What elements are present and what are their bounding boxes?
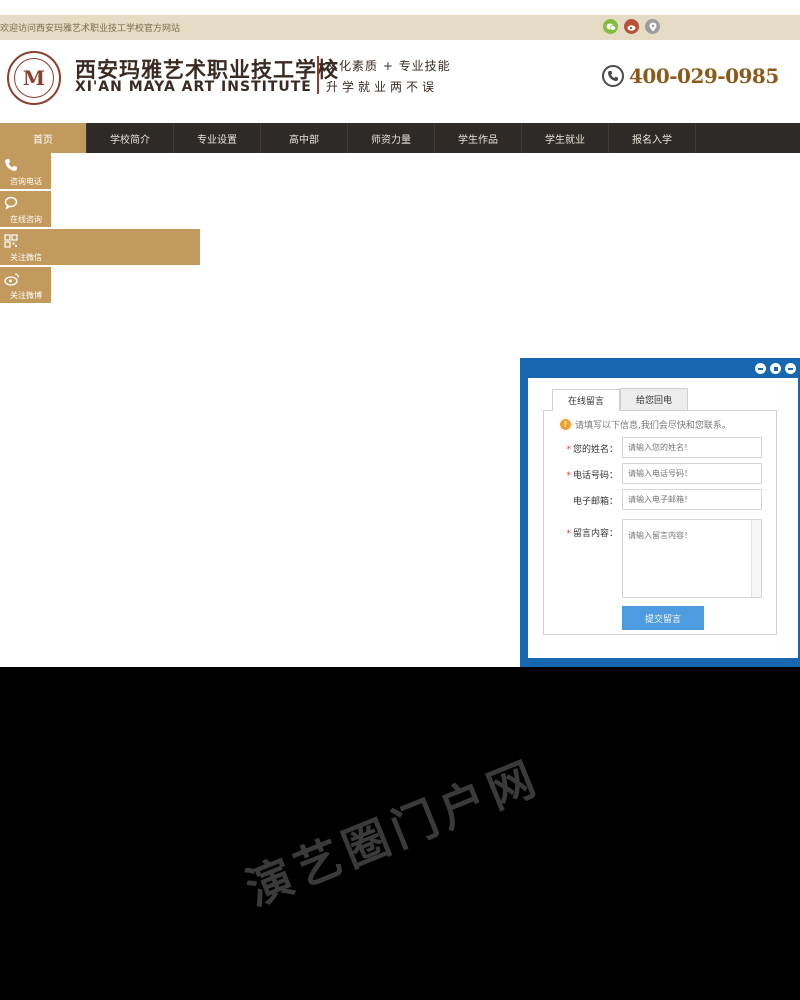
tab-online-message[interactable]: 在线留言 bbox=[552, 389, 620, 411]
nav-item-enroll[interactable]: 报名入学 bbox=[609, 123, 696, 153]
location-icon[interactable] bbox=[645, 19, 660, 34]
name-label-text: 您的姓名： bbox=[572, 445, 618, 455]
social-links bbox=[603, 19, 660, 34]
close-icon[interactable] bbox=[785, 363, 796, 374]
name-label: * 您的姓名： bbox=[566, 442, 618, 455]
required-mark: * bbox=[566, 471, 571, 481]
panel-controls bbox=[755, 363, 796, 374]
school-name-en: XI'AN MAYA ART INSTITUTE bbox=[75, 79, 312, 95]
chat-icon bbox=[4, 196, 18, 213]
float-phone-button[interactable]: 咨询电话 bbox=[0, 153, 51, 190]
hotline: 400-029-0985 bbox=[602, 64, 779, 88]
nav-item-high-school[interactable]: 高中部 bbox=[261, 123, 348, 153]
float-phone-label: 咨询电话 bbox=[10, 177, 42, 186]
site-header: M 西安玛雅艺术职业技工学校 XI'AN MAYA ART INSTITUTE … bbox=[0, 40, 800, 123]
seal-letter: M bbox=[14, 58, 54, 98]
float-weibo-button[interactable]: 关注微博 bbox=[0, 267, 51, 304]
message-label: * 留言内容： bbox=[566, 526, 618, 539]
nav-item-about[interactable]: 学校简介 bbox=[87, 123, 174, 153]
hotline-number[interactable]: 400-029-0985 bbox=[629, 64, 779, 88]
email-row: 电子邮箱： bbox=[544, 489, 778, 511]
nav-item-faculty[interactable]: 师资力量 bbox=[348, 123, 435, 153]
notice-text: 请填写以下信息,我们会尽快和您联系。 bbox=[575, 421, 731, 431]
panel-body: 在线留言 给您回电 ! 请填写以下信息,我们会尽快和您联系。 *您的姓名： *电… bbox=[528, 378, 798, 658]
phone-input[interactable] bbox=[622, 463, 762, 484]
slogan-line-1: 文化素质 + 专业技能 bbox=[326, 59, 451, 73]
nav-item-majors[interactable]: 专业设置 bbox=[174, 123, 261, 153]
school-seal-logo[interactable]: M bbox=[7, 51, 61, 105]
email-label: 电子邮箱： bbox=[572, 497, 618, 507]
welcome-text: 欢迎访问西安玛雅艺术职业技工学校官方网站 bbox=[0, 24, 181, 34]
required-mark: * bbox=[566, 529, 571, 539]
float-weibo-label: 关注微博 bbox=[10, 291, 42, 300]
float-chat-label: 在线咨询 bbox=[10, 215, 42, 224]
message-label-text: 留言内容： bbox=[572, 529, 618, 539]
nav-item-student-works[interactable]: 学生作品 bbox=[435, 123, 522, 153]
slogan-divider bbox=[317, 56, 319, 94]
top-bar: 欢迎访问西安玛雅艺术职业技工学校官方网站 bbox=[0, 15, 800, 40]
float-wechat-button[interactable]: 关注微信 bbox=[0, 229, 200, 266]
message-form: ! 请填写以下信息,我们会尽快和您联系。 *您的姓名： *电话号码： 电子邮箱：… bbox=[543, 410, 777, 635]
weibo-icon bbox=[4, 272, 20, 289]
phone-icon bbox=[4, 158, 18, 175]
message-textarea[interactable] bbox=[622, 519, 762, 598]
weibo-icon[interactable] bbox=[624, 19, 639, 34]
phone-icon bbox=[602, 65, 624, 87]
restore-icon[interactable] bbox=[770, 363, 781, 374]
slogan-line-2: 升学就业两不误 bbox=[326, 80, 439, 94]
float-chat-button[interactable]: 在线咨询 bbox=[0, 191, 51, 228]
phone-label-text: 电话号码： bbox=[572, 471, 618, 481]
phone-label: * 电话号码： bbox=[566, 468, 618, 481]
float-wechat-label: 关注微信 bbox=[10, 253, 42, 262]
warning-icon: ! bbox=[560, 419, 571, 430]
tab-callback[interactable]: 给您回电 bbox=[620, 388, 688, 410]
phone-row: * 电话号码： bbox=[544, 463, 778, 485]
qrcode-icon bbox=[4, 234, 18, 251]
online-message-panel: 在线留言 给您回电 ! 请填写以下信息,我们会尽快和您联系。 *您的姓名： *电… bbox=[520, 358, 800, 667]
nav-item-home[interactable]: 首页 bbox=[0, 123, 87, 153]
name-row: * 您的姓名： bbox=[544, 437, 778, 459]
required-mark: * bbox=[566, 445, 571, 455]
main-nav: 首页 学校简介 专业设置 高中部 师资力量 学生作品 学生就业 报名入学 bbox=[0, 123, 800, 153]
nav-item-employment[interactable]: 学生就业 bbox=[522, 123, 609, 153]
minimize-icon[interactable] bbox=[755, 363, 766, 374]
wechat-icon[interactable] bbox=[603, 19, 618, 34]
textarea-scrollbar[interactable] bbox=[751, 520, 761, 597]
form-notice: ! 请填写以下信息,我们会尽快和您联系。 bbox=[560, 418, 731, 431]
email-input[interactable] bbox=[622, 489, 762, 510]
name-input[interactable] bbox=[622, 437, 762, 458]
submit-message-button[interactable]: 提交留言 bbox=[622, 606, 704, 630]
panel-tabs: 在线留言 给您回电 bbox=[552, 388, 688, 411]
